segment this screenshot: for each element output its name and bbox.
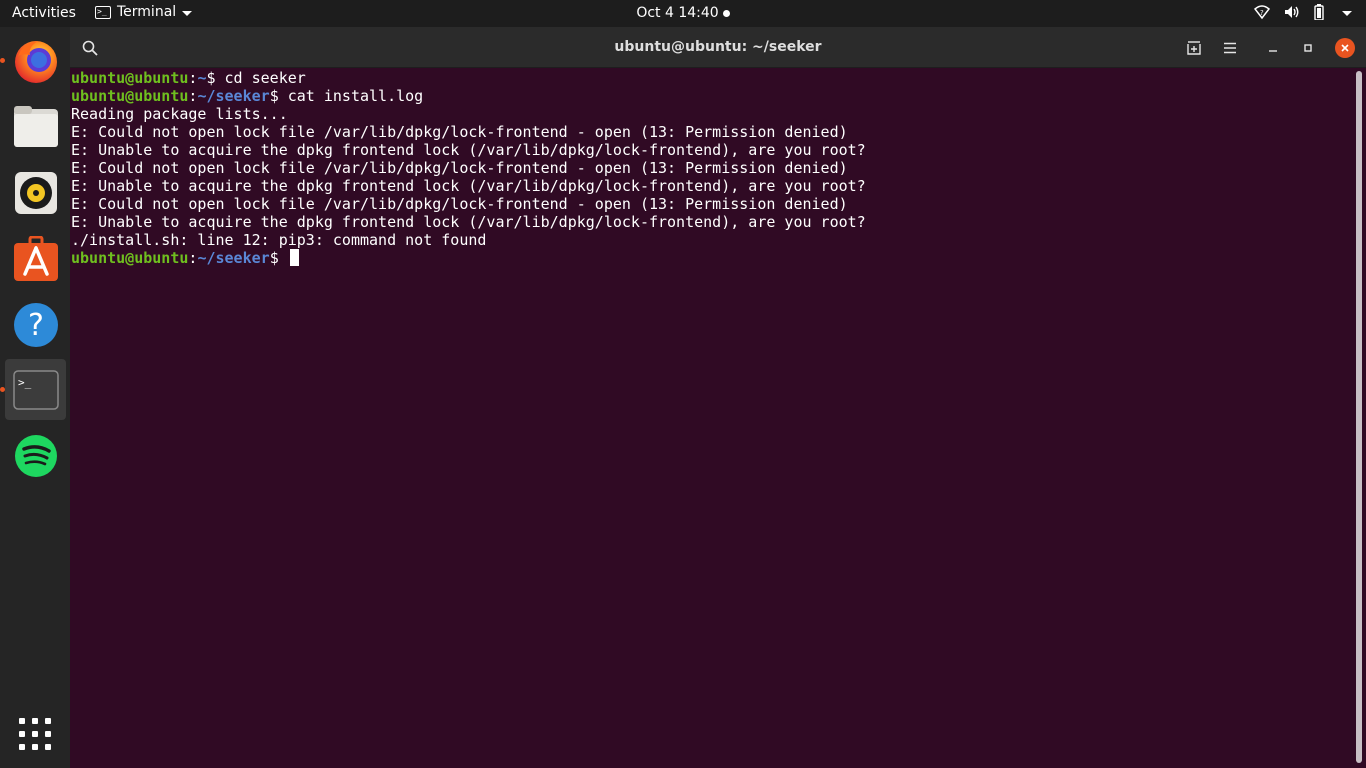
- search-button[interactable]: [76, 34, 104, 62]
- menu-button[interactable]: [1216, 34, 1244, 62]
- prompt-user: ubuntu@ubuntu: [71, 249, 189, 267]
- header-bar: ubuntu@ubuntu: ~/seeker: [70, 27, 1366, 68]
- output-text: E: Unable to acquire the dpkg frontend l…: [71, 141, 866, 159]
- output-text: Reading package lists...: [71, 105, 288, 123]
- prompt-line: ubuntu@ubuntu:~/seeker$ cat install.log: [71, 87, 1351, 105]
- dock: ? >_: [0, 27, 70, 768]
- new-tab-icon: [1187, 41, 1201, 55]
- text-cursor: [289, 249, 299, 266]
- activities-button[interactable]: Activities: [12, 5, 76, 21]
- output-text: E: Unable to acquire the dpkg frontend l…: [71, 213, 866, 231]
- output-text: E: Unable to acquire the dpkg frontend l…: [71, 177, 866, 195]
- system-tray[interactable]: ?: [1254, 4, 1352, 20]
- maximize-button[interactable]: [1294, 34, 1322, 62]
- svg-text:?: ?: [1260, 9, 1264, 17]
- running-indicator: [0, 387, 5, 392]
- dock-item-firefox[interactable]: [5, 30, 66, 91]
- prompt-dollar: $: [206, 69, 216, 87]
- output-text: E: Could not open lock file /var/lib/dpk…: [71, 123, 848, 141]
- output-line: E: Unable to acquire the dpkg frontend l…: [71, 141, 1351, 159]
- output-line: E: Unable to acquire the dpkg frontend l…: [71, 177, 1351, 195]
- close-icon: [1335, 38, 1355, 58]
- clock-label: Oct 4 14:40: [636, 5, 719, 21]
- running-indicator: [0, 58, 5, 63]
- app-menu-label: Terminal: [117, 4, 177, 20]
- network-wireless-icon: ?: [1254, 5, 1270, 20]
- prompt-line: ubuntu@ubuntu:~/seeker$: [71, 249, 1351, 267]
- prompt-path: ~/seeker: [197, 87, 270, 105]
- battery-icon: [1314, 4, 1324, 20]
- top-bar: Activities >_ Terminal Oct 4 14:40 ?: [0, 0, 1366, 27]
- output-text: ./install.sh: line 12: pip3: command not…: [71, 231, 487, 249]
- output-text: E: Could not open lock file /var/lib/dpk…: [71, 159, 848, 177]
- output-line: E: Unable to acquire the dpkg frontend l…: [71, 213, 1351, 231]
- command-text: cd seeker: [215, 69, 306, 87]
- notification-dot-icon: [722, 9, 730, 17]
- output-line: E: Could not open lock file /var/lib/dpk…: [71, 123, 1351, 141]
- hamburger-menu-icon: [1224, 42, 1236, 54]
- prompt-path: ~/seeker: [197, 249, 270, 267]
- search-icon: [82, 40, 98, 56]
- rhythmbox-icon: [14, 171, 57, 214]
- firefox-icon: [14, 40, 57, 83]
- minimize-icon: [1269, 50, 1277, 52]
- files-icon: [13, 105, 58, 147]
- output-text: E: Could not open lock file /var/lib/dpk…: [71, 195, 848, 213]
- maximize-icon: [1304, 44, 1312, 52]
- help-icon: ?: [13, 302, 58, 347]
- svg-text:?: ?: [28, 308, 44, 343]
- ubuntu-software-icon: [13, 235, 58, 281]
- clock[interactable]: Oct 4 14:40: [0, 5, 1366, 21]
- app-grid-icon[interactable]: [19, 718, 51, 750]
- window-title: ubuntu@ubuntu: ~/seeker: [614, 39, 822, 55]
- terminal-icon: >_: [12, 369, 59, 410]
- dock-item-rhythmbox[interactable]: [5, 162, 66, 223]
- minimize-button[interactable]: [1259, 34, 1287, 62]
- dock-item-software[interactable]: [5, 228, 66, 289]
- dock-item-spotify[interactable]: [5, 425, 66, 486]
- scrollbar[interactable]: [1356, 71, 1362, 763]
- dock-item-terminal[interactable]: >_: [5, 359, 66, 420]
- terminal-output[interactable]: ubuntu@ubuntu:~$ cd seeker ubuntu@ubuntu:…: [71, 69, 1351, 768]
- chevron-down-icon: [182, 10, 193, 16]
- output-line: E: Could not open lock file /var/lib/dpk…: [71, 159, 1351, 177]
- volume-icon: [1285, 6, 1299, 18]
- prompt-dollar: $: [269, 249, 279, 267]
- prompt-user: ubuntu@ubuntu: [71, 69, 189, 87]
- output-line: E: Could not open lock file /var/lib/dpk…: [71, 195, 1351, 213]
- spotify-icon: [14, 434, 57, 477]
- svg-text:>_: >_: [18, 376, 32, 389]
- system-menu-caret-icon: [1342, 10, 1352, 16]
- command-text: [279, 249, 288, 267]
- dock-item-help[interactable]: ?: [5, 294, 66, 355]
- output-line: Reading package lists...: [71, 105, 1351, 123]
- terminal-window: ubuntu@ubuntu: ~/seeker ubuntu@ubuntu:~$…: [70, 27, 1366, 768]
- output-line: ./install.sh: line 12: pip3: command not…: [71, 231, 1351, 249]
- dock-item-files[interactable]: [5, 96, 66, 157]
- new-tab-button[interactable]: [1180, 34, 1208, 62]
- app-menu[interactable]: >_ Terminal: [95, 4, 193, 20]
- close-button[interactable]: [1331, 34, 1359, 62]
- terminal-mini-icon: >_: [95, 5, 111, 19]
- prompt-user: ubuntu@ubuntu: [71, 87, 189, 105]
- prompt-dollar: $: [269, 87, 279, 105]
- prompt-line: ubuntu@ubuntu:~$ cd seeker: [71, 69, 1351, 87]
- command-text: cat install.log: [278, 87, 424, 105]
